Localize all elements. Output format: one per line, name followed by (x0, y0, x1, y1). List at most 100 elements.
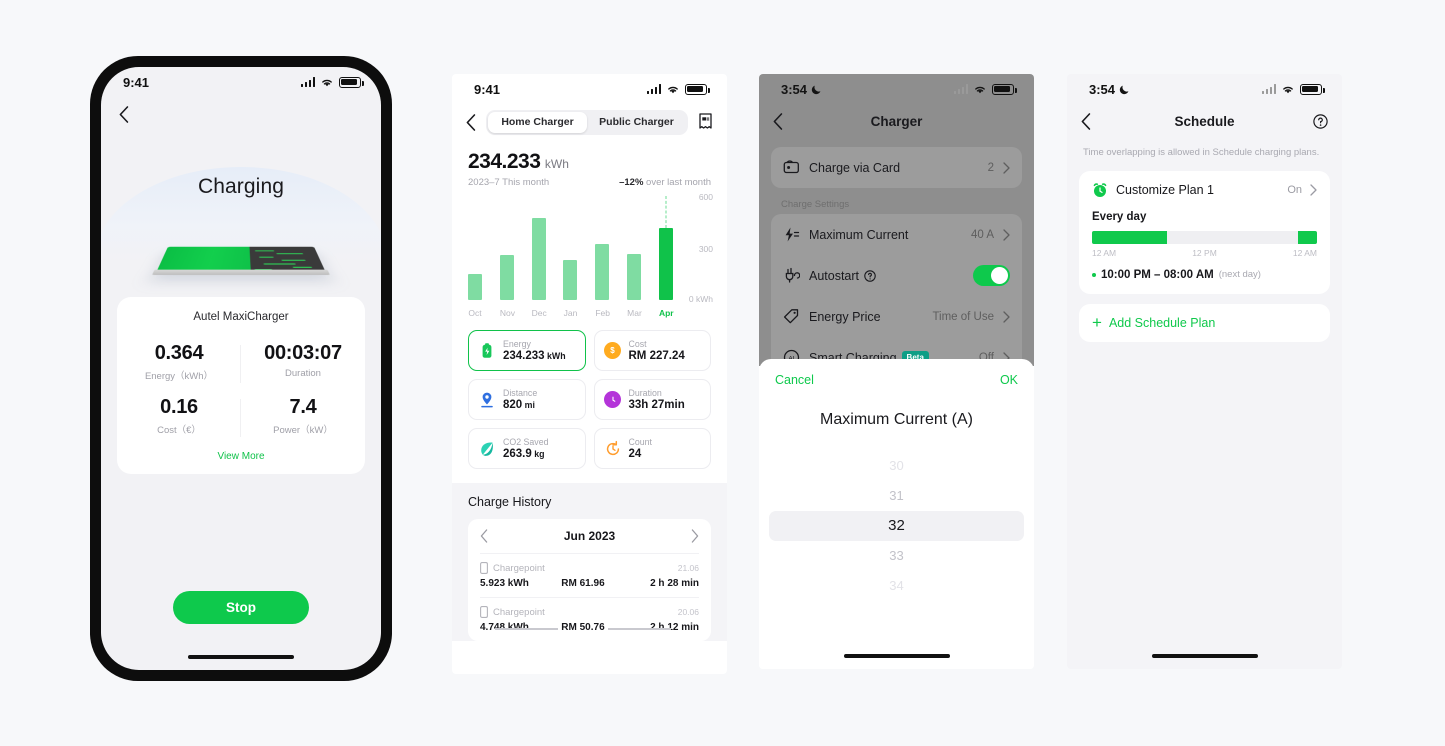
history-cost: RM 61.96 (561, 578, 605, 589)
picker-option-selected[interactable]: 32 (769, 511, 1024, 541)
metric-tile-cost[interactable]: $ Cost RM 227.24 (593, 330, 711, 371)
phone-screen-charger-settings: 3:54 Charger Charge via Card 2 Charge Se… (759, 74, 1034, 669)
y-tick: 0 kWh (688, 294, 713, 304)
help-icon[interactable] (1313, 113, 1328, 129)
battery-icon (478, 342, 496, 360)
stat-cost: 0.16 Cost（€） (117, 391, 241, 445)
table-row[interactable]: Chargepoint 21.06 5.923 kWh RM 61.96 2 h… (480, 553, 699, 597)
metric-tile-co2-saved[interactable]: CO2 Saved 263.9 kg (468, 428, 586, 469)
row-maximum-current[interactable]: Maximum Current 40 A (771, 214, 1022, 255)
metric-tile-energy[interactable]: Energy 234.233 kWh (468, 330, 586, 371)
picker-option[interactable]: 31 (759, 481, 1034, 511)
tag-icon (783, 309, 799, 324)
sheet-title: Maximum Current (A) (820, 411, 973, 428)
metric-label: Energy (503, 339, 531, 349)
chevron-left-icon[interactable] (480, 529, 488, 543)
picker-option[interactable]: 34 (759, 571, 1034, 601)
dimmed-backdrop: 3:54 Charger Charge via Card 2 Charge Se… (759, 74, 1034, 378)
autostart-toggle[interactable] (973, 265, 1010, 286)
history-date: 21.06 (677, 563, 699, 573)
stat-label: Energy（kWh） (144, 371, 214, 382)
moon-icon (1119, 85, 1129, 94)
page-title: Charging (197, 175, 285, 198)
chart-x-tick: Dec (531, 308, 547, 318)
leaf-icon (478, 440, 496, 458)
chart-bar (658, 227, 673, 300)
status-bar: 3:54 (759, 74, 1034, 104)
charging-plate-graphic (152, 246, 330, 275)
metric-value: 33h 27min (628, 399, 685, 411)
plan-repeat: Every day (1092, 210, 1147, 223)
chevron-right-icon (1003, 228, 1010, 241)
tick-label: 12 PM (1192, 247, 1217, 258)
picker-option[interactable]: 30 (759, 451, 1034, 481)
chart-bar-column (531, 196, 546, 300)
schedule-plan-card[interactable]: Customize Plan 1 On Every day 12 AM 12 P… (1079, 170, 1330, 294)
row-label: Autostart (809, 269, 964, 283)
plan-header: Customize Plan 1 On (1092, 182, 1317, 198)
chart-bar (468, 274, 482, 300)
row-charge-via-card[interactable]: Charge via Card 2 (771, 147, 1022, 188)
row-autostart[interactable]: Autostart (771, 255, 1022, 296)
back-chevron-icon[interactable] (466, 113, 476, 131)
stat-energy: 0.364 Energy（kWh） (117, 337, 241, 391)
charge-settings-group: Maximum Current 40 A Autostart Energy Pr… (771, 214, 1022, 378)
status-time: 3:54 (781, 81, 808, 97)
chevron-right-icon[interactable] (691, 529, 699, 543)
chart-x-tick: Jan (563, 308, 578, 318)
cost-icon: $ (604, 342, 622, 360)
tab-home-charger[interactable]: Home Charger (488, 111, 587, 133)
signal-icon (1261, 84, 1276, 94)
wifi-icon (975, 86, 985, 93)
table-row[interactable]: Chargepoint 20.06 4.748 kWh RM 50.76 2 h… (480, 597, 699, 641)
delta-suffix: over last month (643, 177, 711, 188)
wifi-icon (1283, 86, 1293, 93)
stat-value: 00:03:07 (264, 342, 342, 364)
metric-value: 820 mi (503, 399, 535, 411)
help-icon[interactable] (864, 269, 876, 282)
add-schedule-plan-button[interactable]: + Add Schedule Plan (1079, 303, 1330, 342)
metric-tile-distance[interactable]: Distance 820 mi (468, 379, 586, 420)
back-chevron-icon[interactable] (119, 105, 129, 123)
receipt-icon[interactable] (698, 113, 713, 131)
metric-tile-count[interactable]: Count 24 (593, 428, 711, 469)
charger-type-segmented-control[interactable]: Home Charger Public Charger (486, 109, 688, 135)
chart-bar-column (499, 196, 514, 300)
view-more-link[interactable]: View More (117, 451, 365, 462)
wifi-icon (322, 79, 332, 86)
status-time: 9:41 (474, 81, 501, 97)
tab-public-charger[interactable]: Public Charger (587, 112, 686, 133)
row-energy-price[interactable]: Energy Price Time of Use (771, 296, 1022, 337)
clock-icon (604, 391, 622, 409)
stop-button[interactable]: Stop (173, 591, 309, 624)
phone-screen-charging: 9:41 Charging Autel MaxiCharger 0.364 En… (101, 67, 381, 670)
metric-value: 234.233 kWh (503, 350, 566, 362)
ok-button[interactable]: OK (1000, 373, 1018, 387)
metric-tile-duration[interactable]: Duration 33h 27min (593, 379, 711, 420)
provider-name: Chargepoint (493, 562, 545, 574)
chart-bar-column (658, 196, 673, 300)
metric-value: 24 (628, 448, 642, 460)
period-label: 2023–7 This month (468, 177, 550, 188)
monthly-energy-bar-chart: 600 300 0 kWh Oct Nov Dec Jan Feb Mar Apr (468, 192, 713, 318)
metric-label: Duration (628, 388, 662, 398)
picker-option[interactable]: 33 (759, 541, 1034, 571)
current-picker[interactable]: 30 31 32 33 34 (759, 451, 1034, 601)
chevron-right-icon (1310, 184, 1317, 196)
chart-y-axis: 600 300 0 kWh (675, 192, 713, 304)
chart-bar-column (468, 196, 482, 300)
sheet-actions: Cancel OK (759, 359, 1034, 387)
chart-bar (563, 259, 578, 300)
total-energy: 234.233 kWh (452, 140, 727, 174)
signal-icon (953, 84, 968, 94)
screenshot-canvas: 9:41 Charging Autel MaxiCharger 0.364 En… (0, 0, 1445, 746)
session-stats-card: Autel MaxiCharger 0.364 Energy（kWh） 00:0… (117, 297, 365, 474)
stat-value: 7.4 (289, 396, 317, 418)
chart-bar-column (595, 196, 610, 300)
cancel-button[interactable]: Cancel (775, 373, 814, 387)
wifi-icon (668, 86, 678, 93)
signal-icon (646, 84, 661, 94)
row-value: 40 A (970, 228, 994, 241)
plan-timeline-ticks: 12 AM 12 PM 12 AM (1092, 248, 1317, 258)
stat-power: 7.4 Power（kW） (241, 391, 365, 445)
